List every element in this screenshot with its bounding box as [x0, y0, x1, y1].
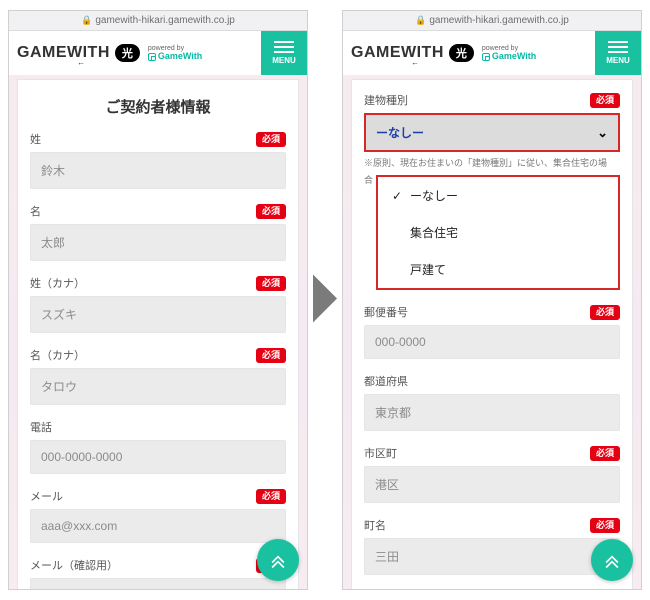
text-input[interactable]: 鈴木	[30, 152, 286, 189]
dropdown-option[interactable]: 戸建て	[378, 251, 618, 288]
form-row: 都道府県東京都	[364, 373, 620, 431]
form-row: 姓必須鈴木	[30, 131, 286, 189]
field-label: 市区町	[364, 445, 590, 461]
required-badge: 必須	[256, 276, 286, 291]
chevrons-up-icon	[268, 550, 288, 570]
selected-value: ーなしー	[376, 124, 424, 141]
scroll-top-button[interactable]	[591, 539, 633, 581]
form-row: メール（確認用）必須aaa@xxx.com	[30, 557, 286, 589]
required-badge: 必須	[256, 132, 286, 147]
phone-left: 🔒 gamewith-hikari.gamewith.co.jp GAMEWIT…	[8, 10, 308, 590]
text-input[interactable]: スズキ	[30, 296, 286, 333]
required-badge: 必須	[590, 305, 620, 320]
text-input[interactable]: 太郎	[30, 224, 286, 261]
form-row: 市区町必須港区	[364, 445, 620, 503]
field-label: 郵便番号	[364, 304, 590, 320]
field-label: 名	[30, 203, 256, 219]
menu-button[interactable]: MENU	[261, 31, 307, 75]
app-header: GAMEWITH →→ 光 powered by GameWith MENU	[9, 31, 307, 75]
required-badge: 必須	[590, 446, 620, 461]
url-text: gamewith-hikari.gamewith.co.jp	[95, 15, 235, 26]
field-label: 姓	[30, 131, 256, 147]
brand-logo[interactable]: GAMEWITH →→ 光 powered by GameWith	[17, 44, 202, 62]
section-title: ご契約者様情報	[30, 96, 286, 117]
dropdown-option[interactable]: ✓ーなしー	[378, 177, 618, 214]
field-label: 電話	[30, 419, 286, 435]
menu-label: MENU	[606, 56, 630, 65]
building-type-dropdown: ✓ーなしー 集合住宅 戸建て	[376, 175, 620, 290]
hamburger-icon	[608, 41, 628, 53]
text-input[interactable]: 港区	[364, 466, 620, 503]
required-badge: 必須	[256, 348, 286, 363]
form-row: 名必須太郎	[30, 203, 286, 261]
scroll-top-button[interactable]	[257, 539, 299, 581]
phone-right: 🔒 gamewith-hikari.gamewith.co.jp GAMEWIT…	[342, 10, 642, 590]
text-input[interactable]: aaa@xxx.com	[30, 578, 286, 589]
field-label: 建物種別	[364, 92, 590, 108]
field-label: メール	[30, 488, 256, 504]
url-bar: 🔒 gamewith-hikari.gamewith.co.jp	[9, 11, 307, 31]
form-row: 電話 000-0000-0000	[30, 419, 286, 474]
check-icon: ✓	[392, 189, 402, 203]
logo-text: GAMEWITH	[17, 44, 110, 62]
required-badge: 必須	[590, 93, 620, 108]
form-row: メール必須 aaa@xxx.com	[30, 488, 286, 543]
menu-label: MENU	[272, 56, 296, 65]
required-badge: 必須	[256, 204, 286, 219]
form-row: 町名必須三田	[364, 517, 620, 575]
logo-pill: 光	[449, 44, 474, 62]
lock-icon: 🔒	[81, 15, 92, 26]
chevron-right-icon	[310, 272, 340, 326]
url-bar: 🔒 gamewith-hikari.gamewith.co.jp	[343, 11, 641, 31]
form-row: 郵便番号必須 000-0000	[364, 304, 620, 359]
app-header: GAMEWITH →→ 光 powered by GameWith MENU	[343, 31, 641, 75]
text-input[interactable]: aaa@xxx.com	[30, 509, 286, 543]
helper-text: ※原則、現在お住まいの「建物種別」に従い、集合住宅の場	[364, 157, 607, 169]
text-input[interactable]: 000-0000-0000	[30, 440, 286, 474]
powered-by-brand: GameWith	[492, 52, 536, 61]
text-input[interactable]: 東京都	[364, 394, 620, 431]
logo-pill: 光	[115, 44, 140, 62]
chevrons-up-icon	[602, 550, 622, 570]
brand-logo[interactable]: GAMEWITH →→ 光 powered by GameWith	[351, 44, 536, 62]
required-badge: 必須	[590, 518, 620, 533]
dropdown-option[interactable]: 集合住宅	[378, 214, 618, 251]
lock-icon: 🔒	[415, 15, 426, 26]
arrow-between	[310, 272, 340, 329]
field-label: 都道府県	[364, 373, 620, 389]
text-input[interactable]: 000-0000	[364, 325, 620, 359]
field-label: 姓（カナ）	[30, 275, 256, 291]
text-input[interactable]: 三田	[364, 538, 620, 575]
form-row: 姓（カナ）必須スズキ	[30, 275, 286, 333]
text-input[interactable]: タロウ	[30, 368, 286, 405]
form-row: 名（カナ）必須タロウ	[30, 347, 286, 405]
form-card-right: 建物種別 必須 ーなしー ⌄ ※原則、現在お住まいの「建物種別」に従い、集合住宅…	[351, 79, 633, 589]
gamewith-icon	[148, 53, 156, 61]
hamburger-icon	[274, 41, 294, 53]
url-text: gamewith-hikari.gamewith.co.jp	[429, 15, 569, 26]
building-type-select[interactable]: ーなしー ⌄	[364, 113, 620, 152]
required-badge: 必須	[256, 489, 286, 504]
building-type-row: 建物種別 必須 ーなしー ⌄ ※原則、現在お住まいの「建物種別」に従い、集合住宅…	[364, 92, 620, 290]
form-card-left: ご契約者様情報 姓必須鈴木名必須太郎姓（カナ）必須スズキ名（カナ）必須タロウ電話…	[17, 79, 299, 589]
chevron-down-icon: ⌄	[597, 125, 608, 141]
field-label: 名（カナ）	[30, 347, 256, 363]
field-label: 町名	[364, 517, 590, 533]
gamewith-icon	[482, 53, 490, 61]
field-label: メール（確認用）	[30, 557, 256, 573]
menu-button[interactable]: MENU	[595, 31, 641, 75]
logo-text: GAMEWITH	[351, 44, 444, 62]
powered-by-brand: GameWith	[158, 52, 202, 61]
